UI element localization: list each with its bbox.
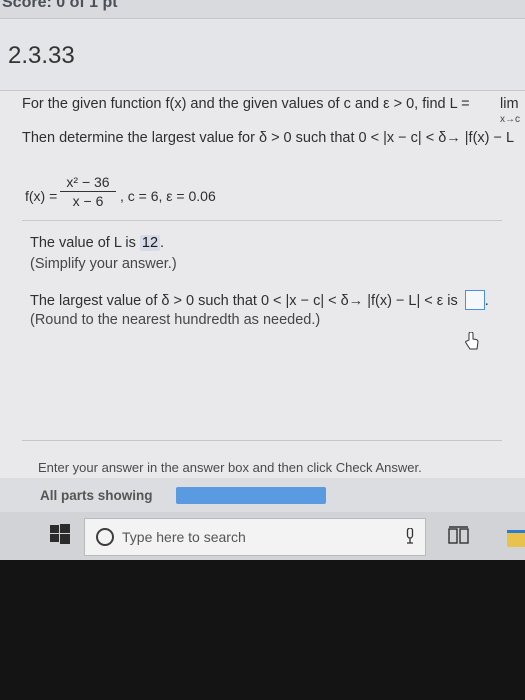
microphone-icon[interactable] [406, 528, 414, 544]
part1-answer[interactable]: 12 [139, 235, 161, 251]
mouse-cursor-icon [465, 332, 479, 350]
divider [22, 220, 502, 221]
part2-hint: (Round to the nearest hundredth as neede… [30, 312, 321, 328]
part2-prefix: The largest value of δ > 0 such that 0 <… [30, 293, 458, 309]
question-number: 2.3.33 [8, 42, 75, 69]
file-explorer-icon[interactable] [507, 530, 525, 547]
windows-start-icon[interactable] [50, 524, 70, 544]
part2-suffix: . [484, 293, 489, 309]
part1-suffix: . [160, 235, 165, 251]
lim-subscript: x→c [500, 114, 520, 125]
browser-screen: Score: 0 of 1 pt 2.3.33 For the given fu… [0, 0, 525, 640]
question-header: 2.3.33 [0, 20, 525, 91]
fraction-denominator: x − 6 [72, 193, 104, 209]
score-bar: Score: 0 of 1 pt [0, 0, 525, 19]
fraction-numerator: x² − 36 [66, 174, 110, 190]
fraction-bar [60, 191, 116, 192]
function-label: f(x) = [25, 188, 58, 204]
search-placeholder: Type here to search [122, 529, 246, 545]
task-view-icon[interactable] [448, 526, 470, 546]
all-parts-label: All parts showing [40, 488, 153, 503]
monitor-bezel [0, 560, 525, 700]
lim-word: lim [500, 96, 519, 112]
part2-text: The largest value of δ > 0 such that 0 <… [30, 290, 489, 310]
instruction-text: Enter your answer in the answer box and … [38, 460, 422, 475]
part1-text: The value of L is 12. [30, 235, 164, 251]
part1-hint: (Simplify your answer.) [30, 256, 177, 272]
function-params: , c = 6, ε = 0.06 [120, 188, 216, 204]
check-answer-button[interactable] [176, 487, 326, 504]
function-fraction: x² − 36 x − 6 [60, 174, 116, 209]
part1-prefix: The value of L is [30, 235, 136, 251]
cortana-circle-icon [96, 528, 114, 546]
footer-divider [22, 440, 502, 441]
answer-input-box[interactable] [464, 290, 485, 310]
prompt-line-2: Then determine the largest value for δ >… [22, 130, 515, 146]
prompt-line-1: For the given function f(x) and the give… [22, 96, 470, 112]
score-text: Score: 0 of 1 pt [2, 0, 118, 11]
